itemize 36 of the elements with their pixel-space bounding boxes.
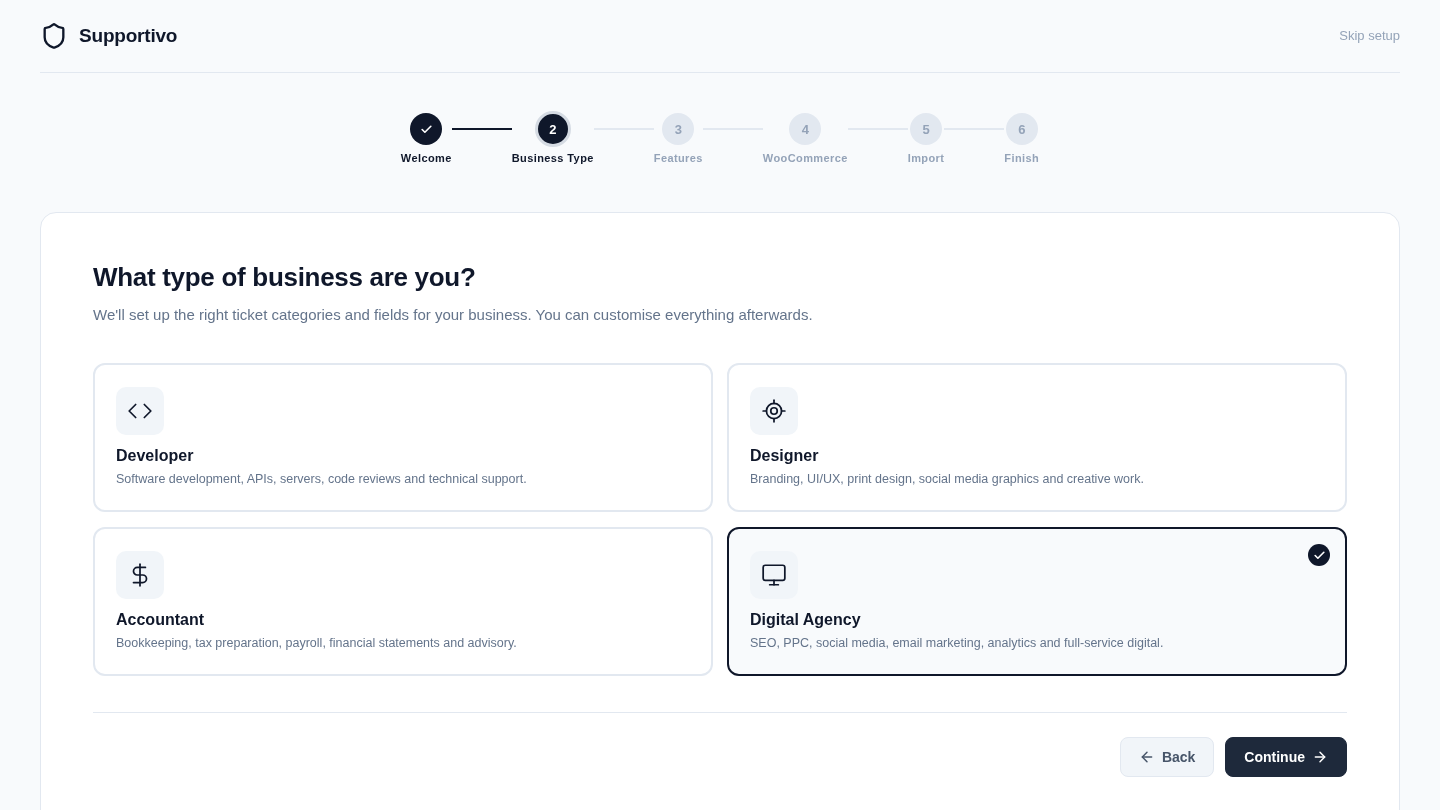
step-number: 6 bbox=[1005, 113, 1038, 145]
continue-button[interactable]: Continue bbox=[1225, 737, 1347, 777]
check-icon bbox=[1308, 544, 1330, 566]
step-label: Finish bbox=[1004, 152, 1040, 165]
dollar-icon bbox=[116, 551, 164, 599]
business-type-option[interactable]: Developer Software development, APIs, servers, code reviews and technical support. bbox=[93, 363, 713, 512]
question-subtitle: We'll set up the right ticket categories and fields for your business. You can customise everything afterwards. bbox=[93, 305, 814, 325]
option-title: Accountant bbox=[116, 610, 205, 630]
option-description: SEO, PPC, social media, email marketing, analytics and full-service digital. bbox=[750, 635, 1165, 651]
code-icon bbox=[116, 387, 164, 435]
monitor-icon bbox=[750, 551, 798, 599]
option-description: Bookkeeping, tax preparation, payroll, financial statements and advisory. bbox=[116, 635, 518, 651]
step-label: WooCommerce bbox=[762, 152, 848, 165]
option-title: Developer bbox=[116, 446, 195, 466]
step-number: 3 bbox=[662, 113, 695, 145]
option-description: Software development, APIs, servers, code reviews and technical support. bbox=[116, 471, 528, 487]
business-type-option[interactable]: Accountant Bookkeeping, tax preparation, payroll, financial statements and advisory. bbox=[93, 527, 713, 676]
step-label: Business Type bbox=[511, 152, 594, 165]
step-number: 2 bbox=[534, 111, 571, 147]
business-type-option[interactable]: Digital Agency SEO, PPC, social media, email marketing, analytics and full-service digital. bbox=[727, 527, 1347, 676]
step-number: 4 bbox=[789, 113, 822, 145]
option-description: Branding, UI/UX, print design, social media graphics and creative work. bbox=[750, 471, 1145, 487]
option-title: Digital Agency bbox=[750, 610, 862, 630]
step-label: Welcome bbox=[400, 152, 452, 165]
crosshair-icon bbox=[750, 387, 798, 435]
progress-line bbox=[451, 128, 512, 130]
step-check-icon bbox=[410, 113, 443, 145]
back-button[interactable]: Back bbox=[1119, 737, 1215, 777]
step-label: Features bbox=[653, 152, 703, 165]
step-number: 5 bbox=[910, 113, 943, 145]
step-label: Import bbox=[907, 152, 945, 165]
business-type-option[interactable]: Designer Branding, UI/UX, print design, social media graphics and creative work. bbox=[727, 363, 1347, 512]
option-title: Designer bbox=[750, 446, 820, 466]
question-title: What type of business are you? bbox=[93, 262, 477, 293]
brand-name: Supportivo bbox=[79, 24, 178, 47]
arrow-right-icon bbox=[1312, 749, 1328, 765]
